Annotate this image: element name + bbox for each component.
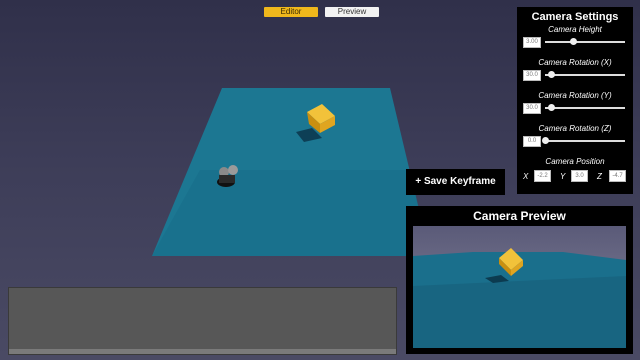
mode-tabs: Editor Preview [264,7,379,17]
rotation-z-slider-thumb[interactable] [542,137,549,144]
rotation-y-slider-thumb[interactable] [548,104,556,111]
rotation-x-slider-thumb[interactable] [548,71,556,78]
camera-settings-title: Camera Settings [531,11,619,23]
camera-height-input[interactable]: 3.00 [523,37,541,48]
camera-height-slider-thumb[interactable] [570,38,577,45]
position-y-input[interactable]: 3.0 [571,170,588,182]
camera-preview-title: Camera Preview [473,209,566,223]
camera-height-label: Camera Height [548,25,602,34]
console-scrollbar[interactable] [9,349,396,354]
tab-editor[interactable]: Editor [264,7,318,17]
position-y-label: Y [560,172,566,181]
position-z-input[interactable]: -4.7 [609,170,626,182]
rotation-z-input[interactable]: 0.0 [523,136,541,147]
rotation-x-input[interactable]: 30.0 [523,70,541,81]
position-x-input[interactable]: -2.2 [534,170,551,182]
camera-settings-panel: Camera Settings Camera Height 3.00 Camer… [517,7,633,194]
camera-preview-view [413,226,626,348]
rotation-x-slider[interactable] [545,71,625,78]
rotation-y-setting: Camera Rotation (Y) 30.0 [517,91,633,124]
save-keyframe-button[interactable]: + Save Keyframe [406,169,505,195]
ground-plane-shade [152,170,430,256]
rotation-x-label: Camera Rotation (X) [538,58,612,67]
rotation-z-slider[interactable] [542,137,625,144]
camera-position-label: Camera Position [545,157,605,166]
position-z-label: Z [597,172,602,181]
tab-preview[interactable]: Preview [325,7,379,17]
rotation-x-setting: Camera Rotation (X) 30.0 [517,58,633,91]
rotation-y-input[interactable]: 30.0 [523,103,541,114]
camera-height-slider[interactable] [545,38,625,45]
camera-height-setting: Camera Height 3.00 [517,25,633,58]
console-log-panel[interactable] [8,287,397,355]
camera-position-row: X -2.2 Y 3.0 Z -4.7 [517,170,633,184]
camera-preview-panel: Camera Preview [406,206,633,354]
rotation-y-slider[interactable] [545,104,625,111]
rotation-y-label: Camera Rotation (Y) [538,91,612,100]
rotation-z-setting: Camera Rotation (Z) 0.0 [517,124,633,157]
position-x-label: X [523,172,529,181]
rotation-z-label: Camera Rotation (Z) [538,124,612,133]
